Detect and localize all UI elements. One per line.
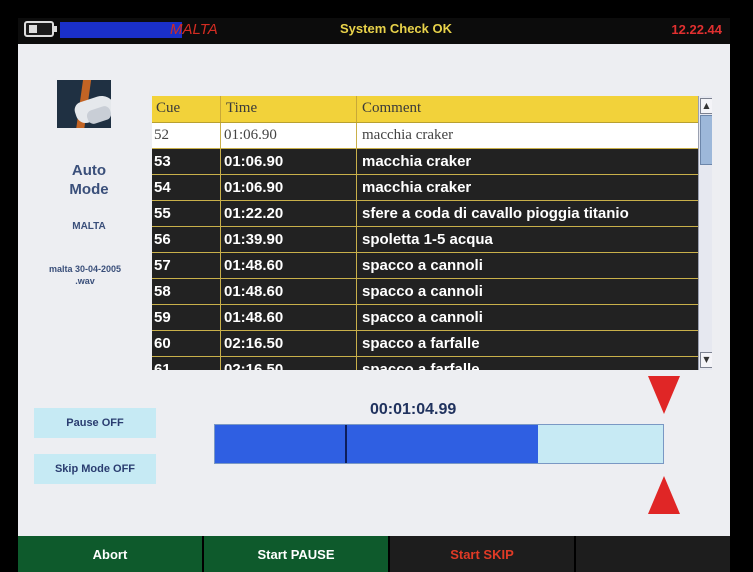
empty-button-slot	[576, 536, 730, 572]
elapsed-time: 00:01:04.99	[370, 401, 457, 418]
cell-time: 01:06.90	[224, 127, 277, 143]
show-logo	[57, 80, 111, 128]
scroll-up-icon[interactable]: ▲	[700, 98, 712, 114]
cell-time: 01:48.60	[224, 309, 284, 326]
table-row[interactable]: 53 01:06.90 macchia craker	[152, 149, 698, 175]
cell-cue: 56	[154, 231, 171, 248]
cell-cue: 54	[154, 179, 171, 196]
table-scrollbar[interactable]: ▲ ▼	[698, 96, 712, 370]
cell-time: 01:48.60	[224, 257, 284, 274]
cell-comment: sfere a coda di cavallo pioggia titanio	[362, 205, 629, 222]
column-header-comment: Comment	[362, 100, 422, 116]
start-pause-button[interactable]: Start PAUSE	[204, 536, 388, 572]
cell-cue: 60	[154, 335, 171, 352]
clock: 12.22.44	[671, 22, 722, 37]
cell-cue: 59	[154, 309, 171, 326]
table-row[interactable]: 52 01:06.90 macchia craker	[152, 123, 698, 149]
progress-fill	[215, 425, 538, 463]
table-row[interactable]: 55 01:22.20 sfere a coda di cavallo pioggi…	[152, 201, 698, 227]
cell-cue: 55	[154, 205, 171, 222]
table-row[interactable]: 59 01:48.60 spacco a cannoli	[152, 305, 698, 331]
cue-table-header: Cue Time Comment	[152, 96, 698, 123]
cell-time: 01:06.90	[224, 153, 284, 170]
cell-comment: macchia craker	[362, 127, 454, 143]
start-skip-button[interactable]: Start SKIP	[390, 536, 574, 572]
level-bar	[60, 22, 182, 38]
show-name: MALTA	[170, 21, 218, 38]
cell-comment: macchia craker	[362, 179, 472, 196]
cell-comment: spacco a cannoli	[362, 257, 483, 274]
mode-line-1: Auto	[71, 162, 107, 179]
audio-file-name: malta 30-04-2005 .wav	[18, 263, 152, 287]
cell-time: 02:16.50	[224, 361, 284, 370]
cell-time: 01:22.20	[224, 205, 284, 222]
cell-cue: 58	[154, 283, 171, 300]
cell-time: 01:06.90	[224, 179, 284, 196]
cell-time: 01:48.60	[224, 283, 284, 300]
cell-cue: 53	[154, 153, 171, 170]
scroll-down-icon[interactable]: ▼	[700, 352, 712, 368]
cell-comment: spacco a farfalle	[362, 335, 480, 352]
main-panel: Auto Mode MALTA malta 30-04-2005 .wav Cu…	[18, 44, 730, 536]
cell-cue: 52	[154, 127, 169, 143]
file-line-2: .wav	[75, 276, 95, 286]
cell-comment: spacco a cannoli	[362, 283, 483, 300]
position-arrow-up-icon	[648, 476, 680, 514]
pause-toggle-button[interactable]: Pause OFF	[34, 408, 156, 438]
cue-table[interactable]: Cue Time Comment 52 01:06.90 macchia crake…	[152, 96, 712, 370]
table-row[interactable]: 56 01:39.90 spoletta 1-5 acqua	[152, 227, 698, 253]
cell-comment: spacco a farfalle	[362, 361, 480, 370]
cell-cue: 61	[154, 361, 171, 370]
table-row[interactable]: 57 01:48.60 spacco a cannoli	[152, 253, 698, 279]
column-header-time: Time	[226, 100, 258, 116]
table-row[interactable]: 58 01:48.60 spacco a cannoli	[152, 279, 698, 305]
column-header-cue: Cue	[156, 100, 181, 116]
top-status-bar: MALTA System Check OK 12.22.44	[18, 18, 730, 44]
scroll-thumb[interactable]	[700, 115, 712, 165]
cell-comment: spoletta 1-5 acqua	[362, 231, 493, 248]
battery-icon	[24, 21, 57, 37]
cell-cue: 57	[154, 257, 171, 274]
abort-button[interactable]: Abort	[18, 536, 202, 572]
table-row[interactable]: 61 02:16.50 spacco a farfalle	[152, 357, 698, 370]
playback-progress-bar[interactable]	[214, 424, 664, 464]
file-line-1: malta 30-04-2005	[48, 264, 122, 274]
skip-mode-toggle-button[interactable]: Skip Mode OFF	[34, 454, 156, 484]
mode-label: Auto Mode	[44, 161, 134, 199]
cell-time: 02:16.50	[224, 335, 284, 352]
system-status-message: System Check OK	[340, 21, 452, 36]
cue-marker	[344, 425, 347, 463]
table-row[interactable]: 54 01:06.90 macchia craker	[152, 175, 698, 201]
mode-line-2: Mode	[69, 181, 109, 198]
mode-show-name: MALTA	[72, 221, 106, 232]
bottom-button-bar: Abort Start PAUSE Start SKIP	[18, 536, 730, 572]
cell-comment: spacco a cannoli	[362, 309, 483, 326]
cell-comment: macchia craker	[362, 153, 472, 170]
screen: MALTA System Check OK 12.22.44 Auto Mode…	[0, 0, 753, 572]
cell-time: 01:39.90	[224, 231, 284, 248]
table-row[interactable]: 60 02:16.50 spacco a farfalle	[152, 331, 698, 357]
position-arrow-down-icon	[648, 376, 680, 414]
